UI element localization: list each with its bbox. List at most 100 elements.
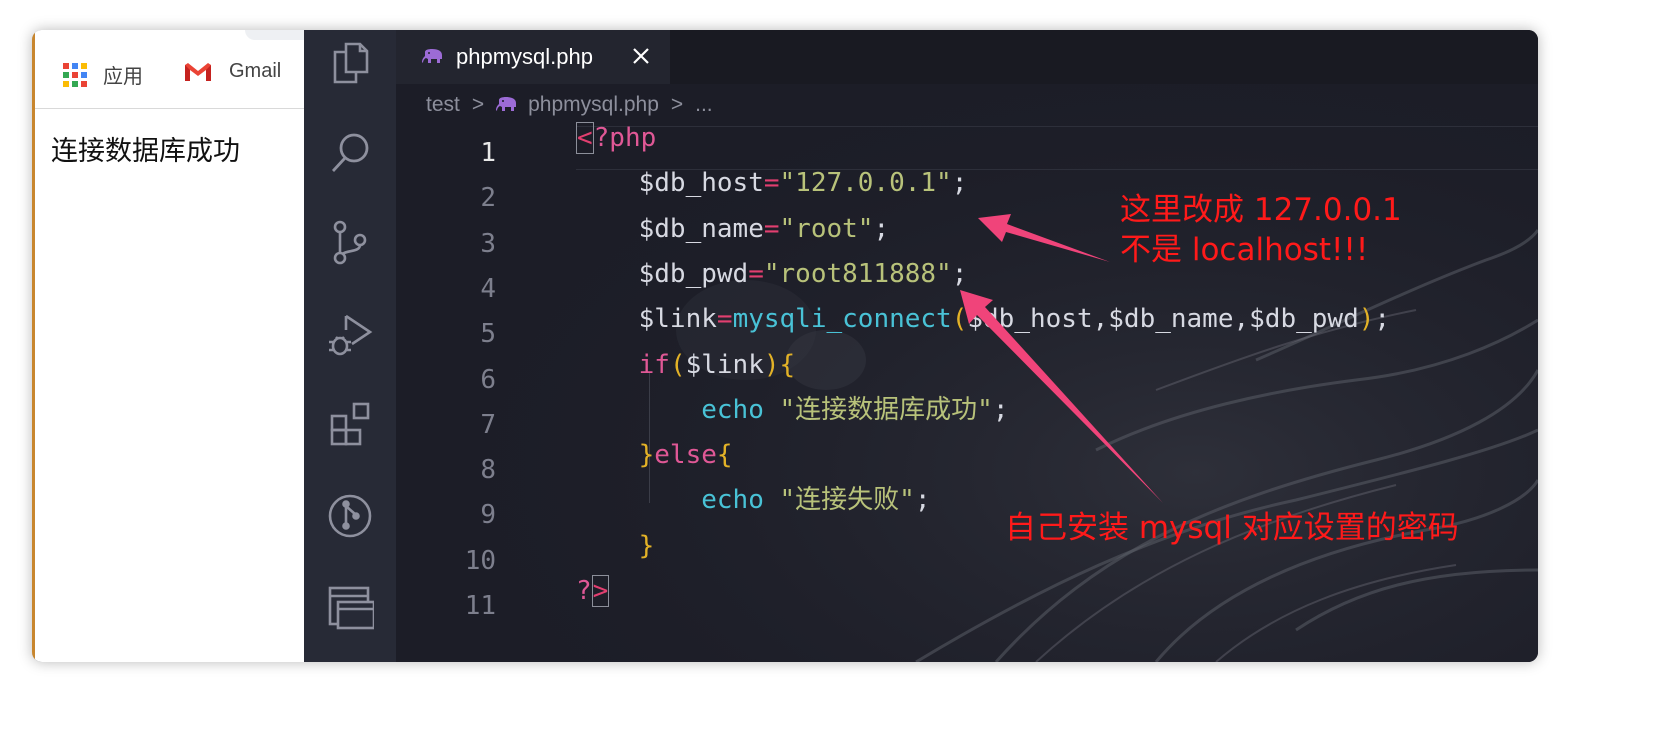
code-token: = <box>763 213 780 244</box>
code-token: ; <box>1374 304 1391 335</box>
annotation-password-note: 自己安装 mysql 对应设置的密码 <box>1005 510 1459 546</box>
code-line[interactable]: echo "连接失败"; <box>576 478 930 523</box>
close-icon[interactable] <box>628 43 654 69</box>
line-number: 2 <box>480 183 496 214</box>
browser-tab-edge <box>245 30 307 40</box>
activity-bar <box>304 30 396 662</box>
code-token: $db_pwd <box>638 258 749 289</box>
code-token: = <box>748 258 764 289</box>
code-line[interactable]: }else{ <box>576 433 733 478</box>
code-token: } <box>638 440 655 471</box>
bookmarks-bar: 应用 Gmail <box>35 30 307 109</box>
annotation-host-note: 这里改成 127.0.0.1 不是 localhost!!! <box>1120 192 1402 268</box>
code-token: echo <box>701 485 764 516</box>
bookmark-gmail-label: Gmail <box>229 60 282 82</box>
run-debug-icon[interactable] <box>326 310 374 358</box>
line-number: 3 <box>480 228 496 259</box>
code-line[interactable]: $db_pwd="root811888"; <box>576 252 968 297</box>
code-token: > <box>591 575 610 607</box>
code-line[interactable]: if($link){ <box>576 343 796 388</box>
code-token: ; <box>951 168 968 199</box>
code-token: "连接失败" <box>779 485 915 516</box>
code-token: else <box>654 440 717 471</box>
bookmark-apps[interactable]: 应用 <box>63 60 143 89</box>
code-token: = <box>716 304 733 335</box>
breadcrumb-separator: > <box>670 93 684 116</box>
breadcrumb-file[interactable]: phpmysql.php <box>528 93 659 117</box>
code-token: , <box>1233 304 1250 335</box>
breadcrumb-more[interactable]: ... <box>695 93 713 117</box>
line-number: 10 <box>464 545 496 576</box>
source-control-icon[interactable] <box>326 218 374 266</box>
search-icon[interactable] <box>326 128 374 176</box>
code-line[interactable]: echo "连接数据库成功"; <box>576 388 1008 433</box>
code-token: "连接数据库成功" <box>779 394 993 425</box>
code-token: $link <box>638 304 717 335</box>
code-token: ) <box>1358 304 1375 335</box>
extensions-icon[interactable] <box>326 400 374 448</box>
code-editor: phpmysql.php test > phpmysql.php > ... 1… <box>396 30 1538 662</box>
tab-label: phpmysql.php <box>456 44 593 69</box>
code-line[interactable]: $db_host="127.0.0.1"; <box>576 161 968 206</box>
line-number: 7 <box>480 409 496 440</box>
code-token: ( <box>951 304 968 335</box>
code-line[interactable]: <?php <box>576 116 656 161</box>
explorer-icon[interactable] <box>326 38 374 86</box>
bookmark-gmail[interactable]: Gmail <box>183 60 281 83</box>
code-token: ?php <box>593 123 657 153</box>
code-token: echo <box>701 394 764 425</box>
code-token: "root811888" <box>763 258 952 289</box>
php-elephant-icon <box>496 97 517 111</box>
code-token: $db_name <box>1108 304 1234 335</box>
gmail-icon <box>184 62 212 82</box>
code-token: ( <box>669 349 686 380</box>
editor-tab-bar: phpmysql.php <box>396 30 1538 84</box>
line-number: 6 <box>480 364 496 395</box>
tab-phpmysql[interactable]: phpmysql.php <box>396 30 670 84</box>
code-token: $db_host <box>638 168 764 199</box>
editor-background-artwork <box>396 30 1538 662</box>
code-token: { <box>716 440 733 471</box>
git-graph-icon[interactable] <box>326 492 374 540</box>
code-line[interactable]: $db_name="root"; <box>576 207 889 252</box>
code-token: "127.0.0.1" <box>779 168 952 199</box>
browser-window: 应用 Gmail 连接数据库成功 <box>32 30 307 662</box>
breadcrumb-folder[interactable]: test <box>426 93 460 117</box>
line-number: 9 <box>480 500 496 531</box>
code-token: ; <box>914 485 931 516</box>
code-token: , <box>1092 304 1109 335</box>
code-token: $db_host <box>967 304 1093 335</box>
code-token: "root" <box>779 213 874 244</box>
breadcrumb: test > phpmysql.php > ... <box>426 90 713 120</box>
remote-explorer-icon[interactable] <box>326 582 374 630</box>
code-token: < <box>576 122 594 154</box>
apps-grid-icon <box>63 62 87 87</box>
bookmark-apps-label: 应用 <box>103 66 143 88</box>
code-line[interactable]: $link=mysqli_connect($db_host,$db_name,$… <box>576 297 1390 342</box>
screenshot-frame: 应用 Gmail 连接数据库成功 phpmysql.php test > php… <box>32 30 1538 662</box>
line-number: 5 <box>480 319 496 350</box>
code-token: $link <box>685 349 764 380</box>
code-token: ? <box>576 576 592 606</box>
code-token: $db_name <box>638 213 764 244</box>
code-token: ){ <box>763 349 796 380</box>
code-line[interactable]: ?> <box>576 569 610 614</box>
code-token: mysqli_connect <box>732 304 952 335</box>
php-elephant-icon <box>422 49 442 63</box>
code-line[interactable]: } <box>576 524 655 569</box>
code-token: ; <box>951 258 968 289</box>
breadcrumb-separator: > <box>471 93 485 116</box>
code-token: if <box>638 349 670 380</box>
line-number: 8 <box>480 455 496 486</box>
code-token: ; <box>873 213 890 244</box>
